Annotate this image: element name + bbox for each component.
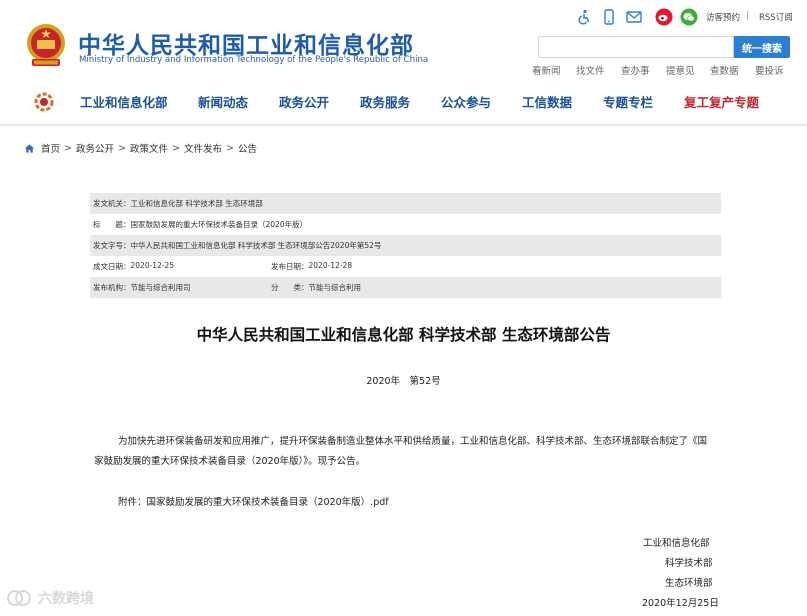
quick-link-files[interactable]: 找文件 bbox=[576, 63, 605, 77]
nav-item-data[interactable]: 工信数据 bbox=[522, 92, 572, 111]
top-link-separator: | bbox=[746, 11, 749, 21]
breadcrumb-separator: > bbox=[118, 142, 126, 154]
watermark-logo-icon bbox=[7, 590, 31, 606]
meta-value-issuer: 工业和信息化部 科学技术部 生态环境部 bbox=[130, 199, 263, 208]
meta-value-title: 国家鼓励发展的重大环保技术装备目录（2020年版） bbox=[130, 220, 308, 229]
document-meta-table: 发文机关： 工业和信息化部 科学技术部 生态环境部 标 题： 国家鼓励发展的重大… bbox=[90, 193, 721, 298]
mail-icon[interactable] bbox=[625, 8, 643, 26]
breadcrumb-separator: > bbox=[64, 142, 72, 154]
nav-item-ministry[interactable]: 工业和信息化部 bbox=[80, 92, 168, 111]
site-subtitle: Ministry of Industry and Information Tec… bbox=[79, 55, 429, 65]
nav-item-gov-services[interactable]: 政务服务 bbox=[360, 92, 410, 111]
meta-value-category: 节能与综合利用 bbox=[308, 283, 362, 292]
meta-value-created: 2020-12-25 bbox=[130, 261, 175, 270]
nav-item-public-participation[interactable]: 公众参与 bbox=[441, 92, 491, 111]
quick-link-services[interactable]: 查办事 bbox=[621, 63, 650, 77]
meta-row-org: 发布机构： 节能与综合利用司 分 类： 节能与综合利用 bbox=[90, 277, 721, 298]
meta-value-doc-number: 中华人民共和国工业和信息化部 科学技术部 生态环境部公告2020年第52号 bbox=[130, 241, 382, 250]
signatory-most: 科学技术部 bbox=[665, 558, 713, 569]
nav-item-news[interactable]: 新闻动态 bbox=[198, 92, 248, 111]
quick-link-news[interactable]: 看新闻 bbox=[532, 63, 561, 77]
accessibility-icon[interactable] bbox=[575, 8, 593, 26]
document-title: 中华人民共和国工业和信息化部 科学技术部 生态环境部公告 bbox=[196, 326, 611, 344]
meta-label: 成文日期： bbox=[93, 262, 131, 271]
wechat-icon[interactable] bbox=[680, 8, 698, 26]
meta-label: 标 题： bbox=[93, 220, 131, 229]
national-emblem-icon[interactable] bbox=[24, 22, 68, 68]
mobile-icon[interactable] bbox=[600, 8, 618, 26]
quick-link-data[interactable]: 查数据 bbox=[710, 63, 739, 77]
meta-label: 发布机构： bbox=[93, 283, 131, 292]
meta-row-dates: 成文日期： 2020-12-25 发布日期： 2020-12-28 bbox=[90, 256, 721, 277]
breadcrumb-announcement[interactable]: 公告 bbox=[238, 141, 257, 155]
home-icon[interactable] bbox=[24, 143, 35, 154]
signatory-mee: 生态环境部 bbox=[665, 578, 713, 589]
breadcrumb-gov-affairs[interactable]: 政务公开 bbox=[76, 141, 114, 155]
visitor-appointment-link[interactable]: 访客预约 bbox=[706, 11, 740, 23]
breadcrumb-home[interactable]: 首页 bbox=[41, 141, 60, 155]
top-toolbar bbox=[575, 8, 650, 26]
ministry-logo-icon[interactable] bbox=[33, 91, 55, 113]
meta-value-published: 2020-12-28 bbox=[308, 261, 353, 270]
breadcrumb-policy-files[interactable]: 政策文件 bbox=[130, 141, 168, 155]
document-date: 2020年12月25日 bbox=[642, 598, 719, 609]
quick-link-complaint[interactable]: 要投诉 bbox=[755, 63, 784, 77]
nav-item-resumption[interactable]: 复工复产专题 bbox=[684, 92, 759, 111]
header-divider bbox=[0, 124, 807, 126]
signatory-miit: 工业和信息化部 bbox=[643, 538, 710, 549]
meta-value-org: 节能与综合利用司 bbox=[130, 283, 191, 292]
watermark: 六数跨境 bbox=[6, 588, 94, 608]
document-number: 2020年 第52号 bbox=[366, 376, 441, 387]
meta-row-title: 标 题： 国家鼓励发展的重大环保技术装备目录（2020年版） bbox=[90, 214, 721, 235]
meta-label: 分 类： bbox=[271, 283, 309, 292]
breadcrumb-separator: > bbox=[171, 142, 180, 154]
search-input[interactable] bbox=[538, 36, 734, 58]
weibo-icon[interactable] bbox=[655, 8, 673, 26]
nav-item-topics[interactable]: 专题专栏 bbox=[603, 92, 653, 111]
breadcrumb-separator: > bbox=[225, 142, 234, 154]
site-header: 中华人民共和国工业和信息化部 Ministry of Industry and … bbox=[0, 0, 807, 124]
main-nav: 工业和信息化部 新闻动态 政务公开 政务服务 公众参与 工信数据 专题专栏 复工… bbox=[0, 88, 807, 116]
quick-link-feedback[interactable]: 提意见 bbox=[666, 63, 695, 77]
meta-row-issuer: 发文机关： 工业和信息化部 科学技术部 生态环境部 bbox=[90, 193, 721, 214]
breadcrumb: 首页 > 政务公开 > 政策文件 > 文件发布 > 公告 bbox=[24, 141, 257, 155]
meta-row-doc-number: 发文字号： 中华人民共和国工业和信息化部 科学技术部 生态环境部公告2020年第… bbox=[90, 235, 721, 256]
document-paragraph: 为加快先进环保装备研发和应用推广，提升环保装备制造业整体水平和供给质量，工业和信… bbox=[94, 436, 708, 467]
search-button[interactable]: 统一搜索 bbox=[734, 36, 790, 58]
nav-item-gov-affairs[interactable]: 政务公开 bbox=[279, 92, 329, 111]
meta-label: 发文机关： bbox=[93, 199, 131, 208]
breadcrumb-file-release[interactable]: 文件发布 bbox=[184, 141, 222, 155]
rss-link[interactable]: RSS订阅 bbox=[759, 11, 793, 23]
meta-label: 发布日期： bbox=[271, 262, 309, 271]
watermark-text: 六数跨境 bbox=[38, 591, 94, 607]
meta-label: 发文字号： bbox=[93, 241, 131, 250]
attachment-link[interactable]: 附件：国家鼓励发展的重大环保技术装备目录（2020年版）.pdf bbox=[118, 494, 389, 508]
